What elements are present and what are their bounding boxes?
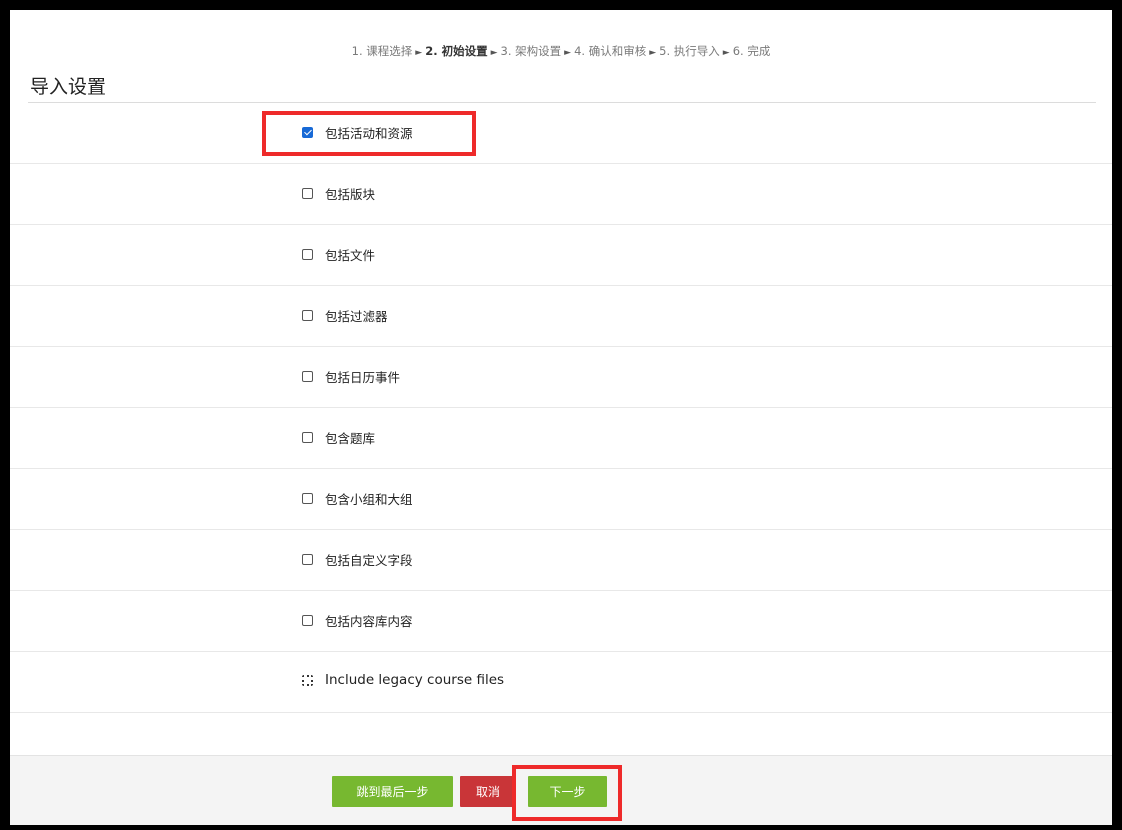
checkbox-label: 包括活动和资源 <box>325 126 413 141</box>
step-3: 3. 架构设置 <box>500 44 562 58</box>
include-legacy-files-checkbox[interactable]: Include legacy course files <box>302 672 504 688</box>
include-activities-checkbox[interactable]: 包括活动和资源 <box>302 123 413 142</box>
step-separator: ► <box>649 48 657 58</box>
checkbox-icon[interactable] <box>302 249 313 260</box>
include-files-checkbox[interactable]: 包括文件 <box>302 245 375 264</box>
setting-row: 包括日历事件 <box>10 347 1112 408</box>
include-question-bank-checkbox[interactable]: 包含题库 <box>302 428 375 447</box>
checkbox-icon[interactable] <box>302 310 313 321</box>
step-4: 4. 确认和审核 <box>574 44 647 58</box>
checkbox-label: 包括日历事件 <box>325 370 401 385</box>
checkbox-icon[interactable] <box>302 371 313 382</box>
page-title: 导入设置 <box>30 76 107 98</box>
step-5: 5. 执行导入 <box>659 44 720 58</box>
step-separator: ► <box>564 48 572 58</box>
setting-row: 包括过滤器 <box>10 286 1112 347</box>
setting-row: 包括活动和资源 <box>10 103 1112 164</box>
include-calendar-events-checkbox[interactable]: 包括日历事件 <box>302 367 400 386</box>
setting-row: 包含题库 <box>10 408 1112 469</box>
step-separator: ► <box>490 48 498 58</box>
step-separator: ► <box>722 48 730 58</box>
include-filters-checkbox[interactable]: 包括过滤器 <box>302 306 388 325</box>
checkbox-label: 包含小组和大组 <box>325 492 413 507</box>
checkbox-icon[interactable] <box>302 188 313 199</box>
checkbox-label: 包含题库 <box>325 431 376 446</box>
step-6: 6. 完成 <box>732 44 771 58</box>
step-1: 1. 课程选择 <box>351 44 413 58</box>
next-button[interactable]: 下一步 <box>528 776 607 807</box>
setting-row: 包含小组和大组 <box>10 469 1112 530</box>
breadcrumb: 1. 课程选择 ► 2. 初始设置 ► 3. 架构设置 ► 4. 确认和审核 ► 5. 执行导入… <box>10 43 1112 59</box>
checkbox-label: 包括文件 <box>325 248 376 263</box>
checkbox-label: 包括过滤器 <box>325 309 388 324</box>
step-2-current: 2. 初始设置 <box>425 44 488 58</box>
checkbox-label: 包括自定义字段 <box>325 553 413 568</box>
checkbox-icon[interactable] <box>302 127 313 138</box>
setting-row: 包括内容库内容 <box>10 591 1112 652</box>
setting-row: Include legacy course files <box>10 652 1112 713</box>
include-content-bank-checkbox[interactable]: 包括内容库内容 <box>302 611 413 630</box>
setting-row: 包括版块 <box>10 164 1112 225</box>
form-footer: 跳到最后一步 取消 下一步 <box>10 755 1112 825</box>
include-blocks-checkbox[interactable]: 包括版块 <box>302 184 375 203</box>
import-settings-page: 1. 课程选择 ► 2. 初始设置 ► 3. 架构设置 ► 4. 确认和审核 ► 5. 执行导入… <box>10 10 1112 825</box>
skip-to-last-step-button[interactable]: 跳到最后一步 <box>332 776 453 807</box>
checkbox-label: 包括内容库内容 <box>325 614 413 629</box>
step-separator: ► <box>415 48 423 58</box>
setting-row: 包括自定义字段 <box>10 530 1112 591</box>
setting-row: 包括文件 <box>10 225 1112 286</box>
cancel-button[interactable]: 取消 <box>460 776 516 807</box>
checkbox-icon[interactable] <box>302 493 313 504</box>
include-custom-fields-checkbox[interactable]: 包括自定义字段 <box>302 550 413 569</box>
include-groups-checkbox[interactable]: 包含小组和大组 <box>302 489 413 508</box>
checkbox-label: 包括版块 <box>325 187 376 202</box>
checkbox-icon[interactable] <box>302 432 313 443</box>
checkbox-icon[interactable] <box>302 554 313 565</box>
checkbox-icon[interactable] <box>302 674 313 686</box>
checkbox-label: Include legacy course files <box>325 672 505 688</box>
checkbox-icon[interactable] <box>302 615 313 626</box>
